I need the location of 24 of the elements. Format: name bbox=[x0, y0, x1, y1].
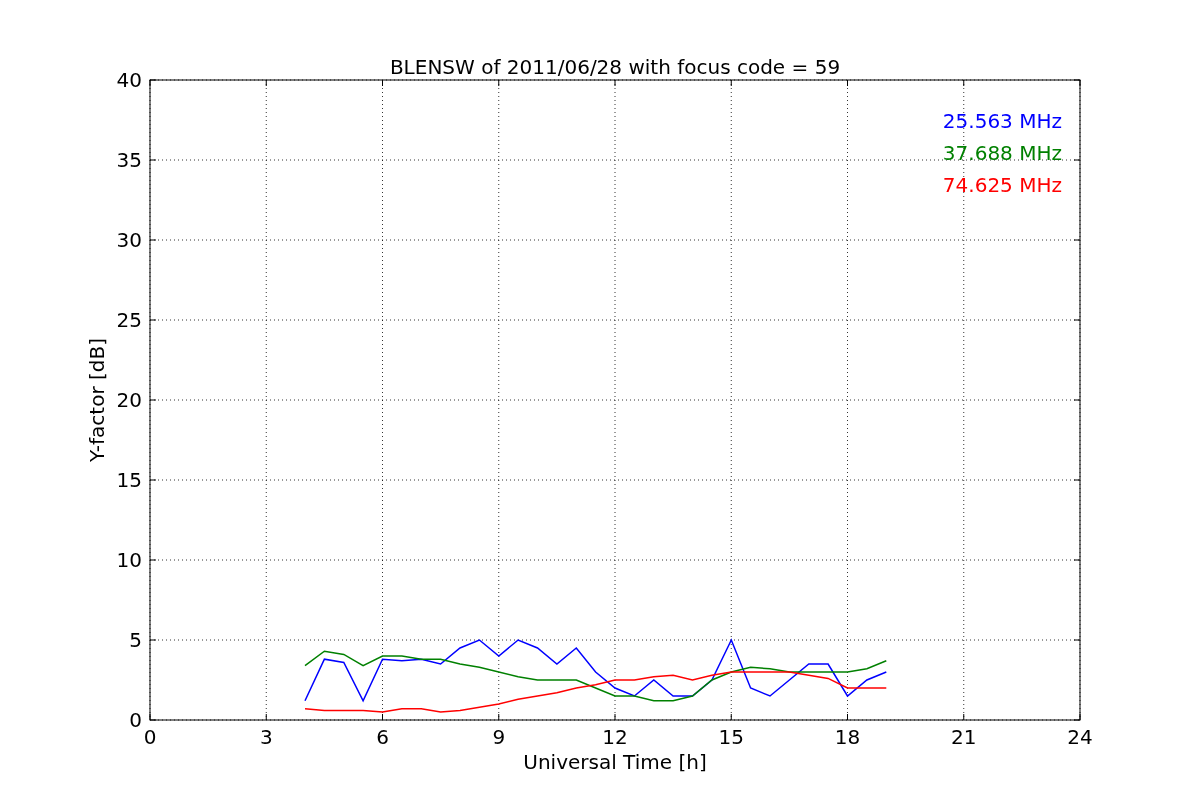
y-tick-label: 35 bbox=[116, 148, 142, 172]
chart-title: BLENSW of 2011/06/28 with focus code = 59 bbox=[389, 55, 841, 79]
x-tick-label: 21 bbox=[951, 725, 977, 749]
legend-label: 74.625 MHz bbox=[942, 173, 1062, 197]
x-tick-label: 0 bbox=[143, 725, 157, 749]
x-axis-label: Universal Time [h] bbox=[523, 750, 707, 774]
x-tick-label: 15 bbox=[718, 725, 744, 749]
y-tick-label: 25 bbox=[116, 308, 142, 332]
x-tick-label: 24 bbox=[1067, 725, 1093, 749]
y-tick-label: 0 bbox=[129, 708, 142, 732]
x-tick-label: 3 bbox=[259, 725, 273, 749]
x-tick-label: 6 bbox=[376, 725, 389, 749]
y-axis-label: Y-factor [dB] bbox=[85, 338, 109, 462]
y-tick-label: 20 bbox=[116, 388, 142, 412]
x-tick-label: 12 bbox=[602, 725, 628, 749]
y-tick-label: 15 bbox=[116, 468, 142, 492]
x-tick-label: 9 bbox=[492, 725, 506, 749]
y-tick-label: 5 bbox=[129, 628, 142, 652]
legend-label: 25.563 MHz bbox=[942, 109, 1062, 133]
x-tick-label: 18 bbox=[834, 725, 861, 749]
y-tick-label: 10 bbox=[116, 548, 142, 572]
y-tick-label: 40 bbox=[116, 68, 142, 92]
y-tick-label: 30 bbox=[116, 228, 142, 252]
legend-label: 37.688 MHz bbox=[942, 141, 1062, 165]
